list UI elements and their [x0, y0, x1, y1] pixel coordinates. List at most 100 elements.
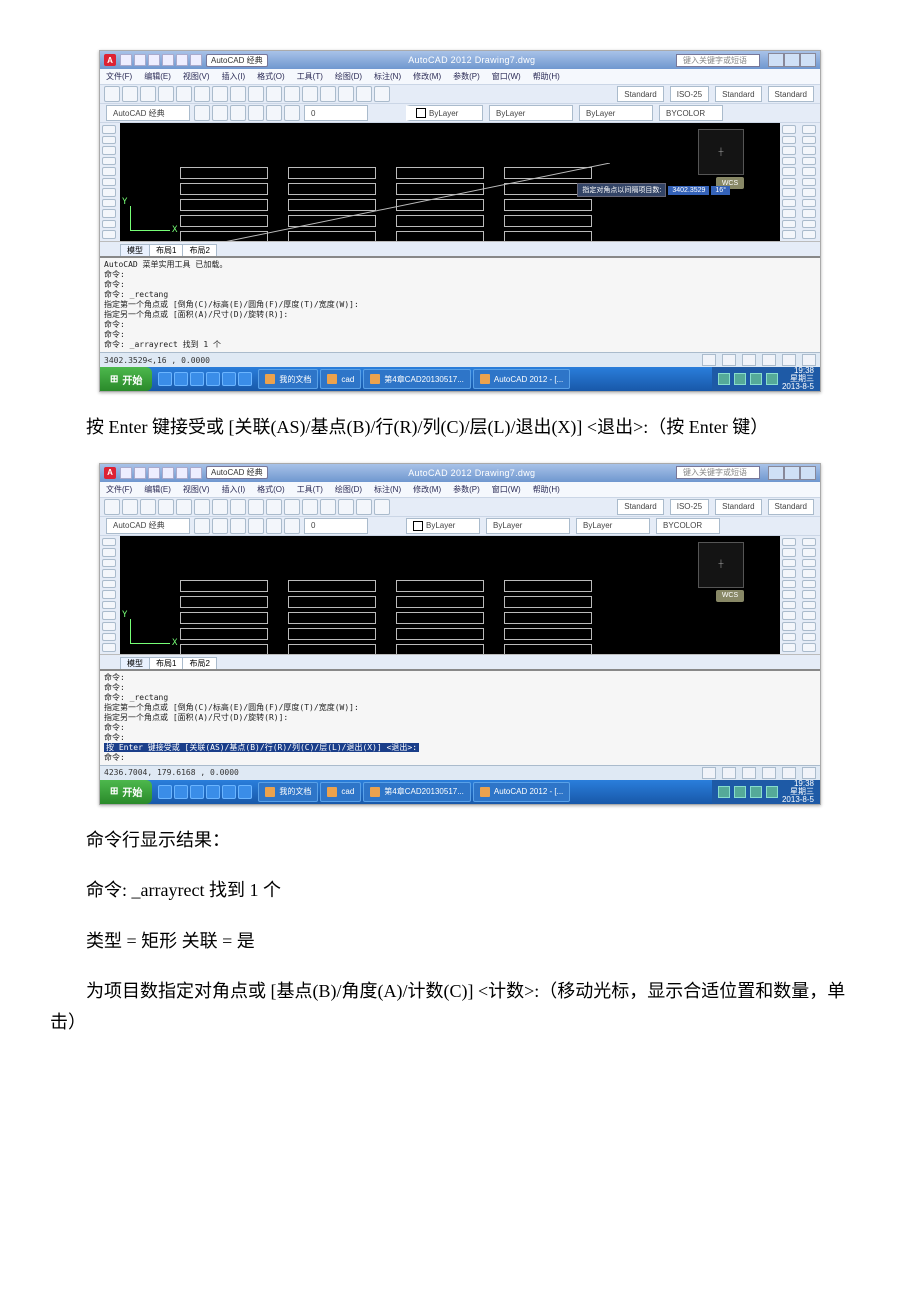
menu-item[interactable]: 格式(O) [257, 484, 285, 495]
toolbar-button[interactable] [266, 105, 282, 121]
taskbar-task[interactable]: 我的文档 [258, 782, 318, 802]
toolbar-button[interactable] [284, 518, 300, 534]
layer-dropdown[interactable]: 0 [304, 105, 368, 121]
toolbar-button[interactable] [802, 569, 816, 578]
menu-item[interactable]: 插入(I) [222, 484, 246, 495]
draw-tool-button[interactable] [102, 601, 116, 610]
toolbar-button[interactable] [158, 499, 174, 515]
modify-tool-button[interactable] [782, 167, 796, 176]
draw-tool-button[interactable] [102, 559, 116, 568]
properties-toolbar[interactable]: AutoCAD 经典 0 ByLayer ByLayer ByLayer BYC… [100, 517, 820, 536]
tray-icon[interactable] [718, 786, 730, 798]
modify-tool-button[interactable] [782, 538, 796, 547]
modify-toolbar[interactable] [780, 123, 800, 241]
linetype-dropdown[interactable]: ByLayer [486, 518, 570, 534]
menu-item[interactable]: 视图(V) [183, 71, 210, 82]
workspace-dropdown[interactable]: AutoCAD 经典 [206, 466, 268, 479]
toolbar-button[interactable] [194, 105, 210, 121]
taskbar-task[interactable]: AutoCAD 2012 - [... [473, 369, 570, 389]
drawing-canvas[interactable]: ┼ WCS YX [120, 536, 780, 654]
modify-tool-button[interactable] [782, 601, 796, 610]
menu-item[interactable]: 修改(M) [413, 484, 441, 495]
menu-item[interactable]: 参数(P) [453, 71, 480, 82]
menu-bar[interactable]: 文件(F)编辑(E)视图(V)插入(I)格式(O)工具(T)绘图(D)标注(N)… [100, 69, 820, 85]
layout-tabs[interactable]: 模型布局1布局2 [100, 241, 820, 256]
menu-item[interactable]: 工具(T) [297, 71, 323, 82]
toolbar-button[interactable] [802, 622, 816, 631]
modify-tool-button[interactable] [782, 136, 796, 145]
toolbar-button[interactable] [194, 86, 210, 102]
modify-tool-button[interactable] [782, 580, 796, 589]
modify-tool-button[interactable] [782, 559, 796, 568]
status-toggle[interactable] [742, 767, 756, 779]
draworder-toolbar[interactable] [800, 536, 820, 654]
dimstyle-dropdown[interactable]: ISO-25 [670, 86, 709, 102]
toolbar-button[interactable] [802, 220, 816, 229]
toolbar-button[interactable] [802, 601, 816, 610]
menu-item[interactable]: 帮助(H) [533, 71, 560, 82]
modify-tool-button[interactable] [782, 590, 796, 599]
tray-icon[interactable] [766, 373, 778, 385]
toolbar-button[interactable] [122, 86, 138, 102]
toolbar-button[interactable] [248, 105, 264, 121]
style-dropdown[interactable]: Standard [617, 499, 663, 515]
menu-item[interactable]: 修改(M) [413, 71, 441, 82]
toolbar-button[interactable] [122, 499, 138, 515]
toolbar-button[interactable] [320, 499, 336, 515]
dimstyle-dropdown[interactable]: ISO-25 [670, 499, 709, 515]
command-window[interactable]: AutoCAD 菜单实用工具 已加载。命令:命令:命令: _rectang指定第… [100, 256, 820, 352]
draw-toolbar[interactable] [100, 536, 120, 654]
modify-tool-button[interactable] [782, 548, 796, 557]
status-toggle[interactable] [702, 767, 716, 779]
layout-tab[interactable]: 布局1 [149, 244, 183, 256]
color-dropdown[interactable]: ByLayer [406, 518, 480, 534]
menu-item[interactable]: 编辑(E) [144, 71, 171, 82]
toolbar-button[interactable] [140, 86, 156, 102]
status-toggle[interactable] [782, 354, 796, 366]
toolbar-button[interactable] [320, 86, 336, 102]
menu-item[interactable]: 标注(N) [374, 484, 401, 495]
toolbar-button[interactable] [802, 611, 816, 620]
workspace-label[interactable]: AutoCAD 经典 [106, 518, 190, 534]
toolbar-button[interactable] [802, 167, 816, 176]
draworder-toolbar[interactable] [800, 123, 820, 241]
tray-icon[interactable] [734, 786, 746, 798]
draw-tool-button[interactable] [102, 633, 116, 642]
menu-bar[interactable]: 文件(F)编辑(E)视图(V)插入(I)格式(O)工具(T)绘图(D)标注(N)… [100, 482, 820, 498]
status-toggle[interactable] [742, 354, 756, 366]
tablestyle-dropdown[interactable]: Standard [715, 86, 761, 102]
menu-item[interactable]: 文件(F) [106, 484, 132, 495]
layout-tab[interactable]: 布局1 [149, 657, 183, 669]
draw-tool-button[interactable] [102, 548, 116, 557]
draw-tool-button[interactable] [102, 220, 116, 229]
mleaderstyle-dropdown[interactable]: Standard [768, 86, 814, 102]
toolbar-button[interactable] [266, 499, 282, 515]
toolbar-button[interactable] [230, 86, 246, 102]
mleaderstyle-dropdown[interactable]: Standard [768, 499, 814, 515]
toolbar-button[interactable] [212, 499, 228, 515]
menu-item[interactable]: 格式(O) [257, 71, 285, 82]
toolbar-button[interactable] [374, 499, 390, 515]
toolbar-button[interactable] [802, 538, 816, 547]
menu-item[interactable]: 帮助(H) [533, 484, 560, 495]
toolbar-button[interactable] [802, 590, 816, 599]
toolbar-button[interactable] [266, 518, 282, 534]
draw-tool-button[interactable] [102, 580, 116, 589]
command-window[interactable]: 命令:命令:命令: _rectang指定第一个角点或 [倒角(C)/标高(E)/… [100, 669, 820, 765]
draw-tool-button[interactable] [102, 622, 116, 631]
menu-item[interactable]: 窗口(W) [492, 71, 521, 82]
workspace-dropdown[interactable]: AutoCAD 经典 [206, 54, 268, 67]
window-controls[interactable] [768, 53, 816, 67]
draw-toolbar[interactable] [100, 123, 120, 241]
status-toggle[interactable] [702, 354, 716, 366]
toolbar-button[interactable] [284, 105, 300, 121]
toolbar-button[interactable] [248, 518, 264, 534]
taskbar-task[interactable]: cad [320, 782, 361, 802]
modify-tool-button[interactable] [782, 125, 796, 134]
draw-tool-button[interactable] [102, 199, 116, 208]
quick-access-toolbar[interactable] [120, 54, 202, 66]
tray-icon[interactable] [750, 786, 762, 798]
plotstyle-dropdown[interactable]: BYCOLOR [659, 105, 723, 121]
drawing-canvas[interactable]: ┼ WCS 指定对角点以间隔项目数: 3402.3529 16° YX [120, 123, 780, 241]
modify-tool-button[interactable] [782, 230, 796, 239]
